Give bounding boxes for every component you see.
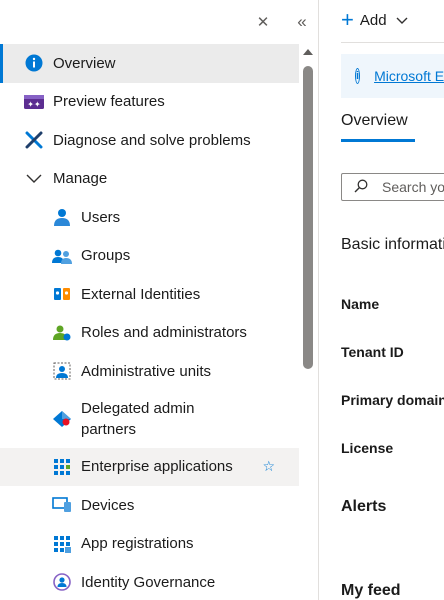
toolbar-divider	[341, 42, 444, 43]
search-placeholder: Search your tenant	[382, 179, 444, 195]
nav-item-groups[interactable]: Groups	[0, 237, 299, 276]
tab-overview[interactable]: Overview	[341, 112, 408, 130]
nav-item-overview[interactable]: Overview	[0, 44, 299, 83]
nav-item-users[interactable]: Users	[0, 198, 299, 237]
nav-item-label: Manage	[53, 170, 108, 188]
nav-item-label: Enterprise applications	[81, 458, 233, 476]
nav-item-roles-and-administrators[interactable]: Roles and administrators	[0, 314, 299, 353]
nav-item-diagnose[interactable]: Diagnose and solve problems	[0, 121, 299, 160]
nav-item-delegated-admin-partners[interactable]: Delegated admin partners	[0, 391, 299, 448]
nav-item-label: Preview features	[53, 93, 165, 111]
nav-item-enterprise-applications[interactable]: Enterprise applications ☆	[0, 447, 299, 486]
section-heading-basic-information: Basic information	[341, 236, 444, 253]
svg-text:✦✦: ✦✦	[27, 100, 41, 109]
nav-item-label: Overview	[53, 54, 116, 72]
devices-icon	[52, 495, 72, 515]
nav-item-label: Devices	[81, 496, 135, 514]
nav-item-label: Roles and administrators	[81, 324, 247, 342]
left-navigation: ✕ « Overview ✦✦ Preview features Diagnos…	[0, 0, 318, 600]
nav-item-label: Users	[81, 208, 121, 226]
property-label-tenant-id: Tenant ID	[341, 344, 404, 360]
preview-features-icon: ✦✦	[24, 92, 44, 112]
close-icon[interactable]: ✕	[251, 10, 275, 34]
section-heading-my-feed: My feed	[341, 582, 401, 599]
external-identities-icon	[52, 284, 72, 304]
banner-link[interactable]: Microsoft Entra ID	[374, 68, 444, 84]
chevron-down-icon	[24, 169, 44, 189]
main-content: + Add i Microsoft Entra ID Overview Sear…	[319, 0, 444, 600]
nav-item-label: Groups	[81, 247, 131, 265]
nav-item-app-registrations[interactable]: App registrations	[0, 525, 299, 564]
nav-menu: Overview ✦✦ Preview features Diagnose an…	[0, 44, 299, 600]
property-label-license: License	[341, 440, 394, 456]
roles-icon	[52, 323, 72, 343]
nav-top-controls: ✕ «	[0, 0, 318, 44]
user-icon	[52, 207, 72, 227]
add-button-label: Add	[359, 11, 387, 29]
info-icon	[24, 53, 44, 73]
tools-icon	[24, 130, 44, 150]
collapse-menu-icon[interactable]: «	[290, 10, 314, 34]
property-label-name: Name	[341, 296, 380, 312]
nav-item-label: App registrations	[81, 535, 194, 553]
nav-item-devices[interactable]: Devices	[0, 486, 299, 525]
enterprise-apps-icon	[52, 457, 72, 477]
admin-units-icon	[52, 361, 72, 381]
nav-item-label: External Identities	[81, 285, 201, 303]
nav-group-manage[interactable]: Manage	[0, 160, 299, 199]
chevron-down-icon	[396, 13, 408, 28]
nav-item-external-identities[interactable]: External Identities	[0, 275, 299, 314]
nav-item-identity-governance[interactable]: Identity Governance	[0, 563, 299, 600]
delegated-admin-icon	[52, 409, 72, 429]
add-button[interactable]: + Add	[341, 9, 408, 31]
nav-item-preview-features[interactable]: ✦✦ Preview features	[0, 83, 299, 122]
scroll-thumb[interactable]	[303, 66, 313, 369]
app-registrations-icon	[52, 534, 72, 554]
nav-item-label: Delegated admin partners	[81, 400, 195, 438]
nav-item-administrative-units[interactable]: Administrative units	[0, 352, 299, 391]
active-tab-indicator	[341, 139, 415, 142]
scroll-up-arrow-icon[interactable]	[303, 49, 313, 55]
plus-icon: +	[341, 7, 354, 32]
search-input[interactable]: Search your tenant	[341, 173, 444, 201]
nav-scrollbar[interactable]	[299, 44, 318, 600]
identity-governance-icon	[52, 572, 72, 592]
info-banner: i Microsoft Entra ID	[341, 54, 444, 98]
nav-item-label: Identity Governance	[81, 573, 216, 591]
search-icon	[354, 179, 368, 196]
favorite-star-icon[interactable]: ☆	[262, 458, 275, 475]
nav-item-label: Diagnose and solve problems	[53, 131, 251, 149]
property-label-primary-domain: Primary domain	[341, 392, 444, 408]
nav-item-label: Administrative units	[81, 362, 212, 380]
groups-icon	[52, 246, 72, 266]
section-heading-alerts: Alerts	[341, 498, 387, 515]
info-icon: i	[355, 68, 361, 84]
toolbar: + Add	[341, 0, 408, 40]
